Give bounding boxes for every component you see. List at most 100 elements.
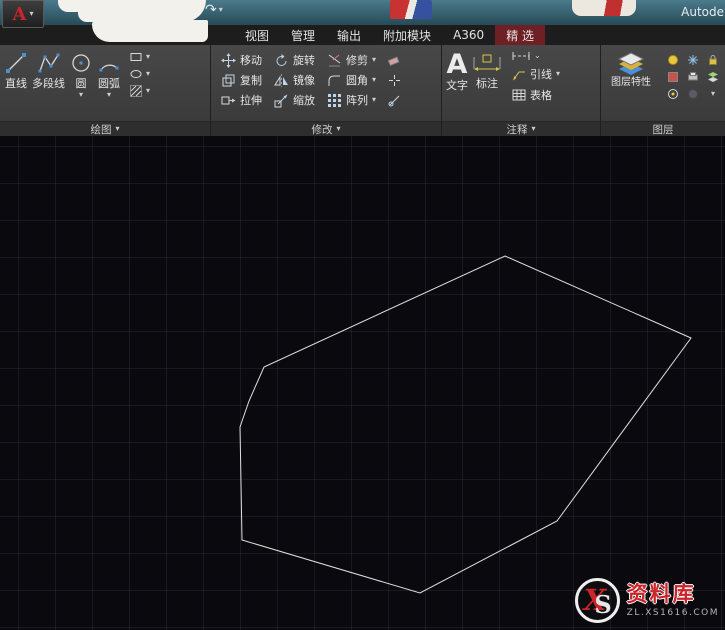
layer-color-button[interactable]	[665, 71, 681, 83]
mirror-label: 镜像	[293, 74, 315, 87]
autocad-logo: A	[12, 3, 27, 25]
drawn-polygon[interactable]	[239, 255, 692, 594]
polyline-button[interactable]: 多段线	[30, 48, 67, 91]
smudge-overlay	[92, 20, 208, 42]
ellipse-button[interactable]: ▾	[129, 67, 150, 81]
copy-icon	[222, 74, 235, 86]
pasted-image-small	[390, 0, 432, 19]
tab-addins[interactable]: 附加模块	[372, 25, 442, 45]
tab-output[interactable]: 输出	[326, 25, 372, 45]
linear-dimension-icon	[512, 52, 530, 60]
line-button[interactable]: 直线	[2, 48, 30, 91]
chevron-down-icon: ▾	[372, 55, 377, 64]
text-label: 文字	[446, 79, 468, 92]
move-button[interactable]: 移动	[221, 52, 262, 68]
panel-label-modify[interactable]: 修改 ▾	[211, 121, 441, 136]
rotate-button[interactable]: 旋转	[274, 52, 315, 68]
panel-label-draw[interactable]: 绘图 ▾	[0, 121, 210, 136]
measure-button[interactable]	[388, 92, 401, 108]
bulb-icon	[668, 55, 678, 65]
rectangle-icon	[130, 53, 142, 61]
annotate-panel-title: 注释	[506, 123, 528, 136]
watermark-subtitle: ZL.XS1616.COM	[626, 608, 719, 619]
chevron-down-icon: ⌄	[534, 51, 541, 60]
scale-label: 缩放	[293, 94, 315, 107]
erase-button[interactable]	[388, 52, 401, 68]
layer-more-button[interactable]: ▾	[705, 88, 721, 100]
panel-label-layers[interactable]: 图层	[601, 121, 725, 136]
tab-manage[interactable]: 管理	[280, 25, 326, 45]
stretch-button[interactable]: 拉伸	[221, 92, 262, 108]
watermark-title: 资料库	[626, 582, 696, 607]
mirror-button[interactable]: 镜像	[274, 72, 315, 88]
redo-button[interactable]: ↷ ▾	[205, 2, 223, 18]
text-button[interactable]: A 文字	[444, 48, 470, 93]
redo-icon: ↷	[205, 2, 217, 18]
chevron-down-icon: ▾	[336, 124, 341, 133]
draw-extra-tools: ▾ ▾ ▾	[129, 48, 150, 98]
layer-lock-button[interactable]	[705, 54, 721, 66]
panel-annotate-body: A 文字 标注 ⌄ 引线 ▾ 表格	[442, 45, 600, 121]
dimension-button[interactable]: 标注	[470, 48, 504, 91]
match-layer-icon	[708, 72, 718, 82]
color-swatch-icon	[668, 72, 678, 82]
watermark-logo-s: S	[594, 590, 612, 619]
circle-label: 圆	[75, 77, 87, 90]
table-icon	[512, 89, 526, 101]
trim-button[interactable]: 修剪 ▾	[327, 52, 376, 68]
panel-modify: 移动 旋转 修剪 ▾ 复制 镜像 圆角 ▾ 拉伸 缩放 阵列 ▾ 修改 ▾	[211, 45, 441, 136]
array-button[interactable]: 阵列 ▾	[327, 92, 376, 108]
circle-button[interactable]: 圆 ▾	[67, 48, 95, 99]
panel-annotate: A 文字 标注 ⌄ 引线 ▾ 表格 注释 ▾	[442, 45, 600, 136]
array-icon	[328, 93, 341, 107]
dimension-style-button[interactable]: ⌄	[512, 51, 560, 61]
layer-freeze-button[interactable]	[685, 54, 701, 66]
panel-layers: 图层特性 ▾ 图层	[601, 45, 725, 136]
watermark-logo: X S	[574, 578, 620, 623]
hatch-button[interactable]: ▾	[129, 84, 150, 98]
drawing-canvas[interactable]: X S 资料库 ZL.XS1616.COM	[0, 136, 725, 630]
scale-button[interactable]: 缩放	[274, 92, 315, 108]
chevron-down-icon: ▾	[372, 95, 377, 104]
rotate-label: 旋转	[293, 54, 315, 67]
polyline-label: 多段线	[32, 77, 65, 90]
isolate-icon	[668, 89, 678, 99]
layer-properties-button[interactable]: 图层特性	[603, 48, 659, 90]
chevron-down-icon: ▾	[106, 89, 111, 99]
fillet-button[interactable]: 圆角 ▾	[327, 72, 376, 88]
layer-on-button[interactable]	[665, 54, 681, 66]
draw-panel-title: 绘图	[90, 123, 112, 136]
tab-featured[interactable]: 精 选	[495, 25, 546, 45]
leader-icon	[513, 71, 525, 81]
leader-button[interactable]: 引线 ▾	[512, 66, 560, 82]
line-label: 直线	[5, 77, 27, 90]
arc-button[interactable]: 圆弧 ▾	[95, 48, 123, 99]
tab-a360[interactable]: A360	[442, 25, 495, 45]
panel-label-annotate[interactable]: 注释 ▾	[442, 121, 600, 136]
layer-off-button[interactable]	[685, 88, 701, 100]
explode-button[interactable]	[388, 72, 401, 88]
chevron-down-icon: ▾	[710, 89, 715, 98]
fillet-icon	[328, 75, 340, 86]
modify-panel-title: 修改	[311, 123, 333, 136]
printer-icon	[688, 72, 698, 81]
table-button[interactable]: 表格	[512, 87, 560, 103]
window-title: Autode	[681, 5, 724, 19]
array-label: 阵列	[346, 94, 368, 107]
chevron-down-icon: ▾	[115, 124, 120, 133]
layer-plot-button[interactable]	[685, 71, 701, 83]
measure-icon	[388, 95, 400, 106]
scale-icon	[274, 94, 288, 107]
layers-panel-title: 图层	[652, 123, 674, 136]
layer-match-button[interactable]	[705, 71, 721, 83]
arc-label: 圆弧	[98, 77, 120, 90]
rectangle-button[interactable]: ▾	[129, 50, 150, 64]
model-space	[239, 255, 692, 594]
app-menu-button[interactable]: A ▾	[2, 0, 44, 28]
polyline-icon	[38, 53, 59, 73]
copy-button[interactable]: 复制	[221, 72, 262, 88]
smudge-overlay	[78, 0, 206, 22]
chevron-down-icon: ▾	[146, 69, 151, 78]
layer-isolate-button[interactable]	[665, 88, 681, 100]
tab-view[interactable]: 视图	[234, 25, 280, 45]
